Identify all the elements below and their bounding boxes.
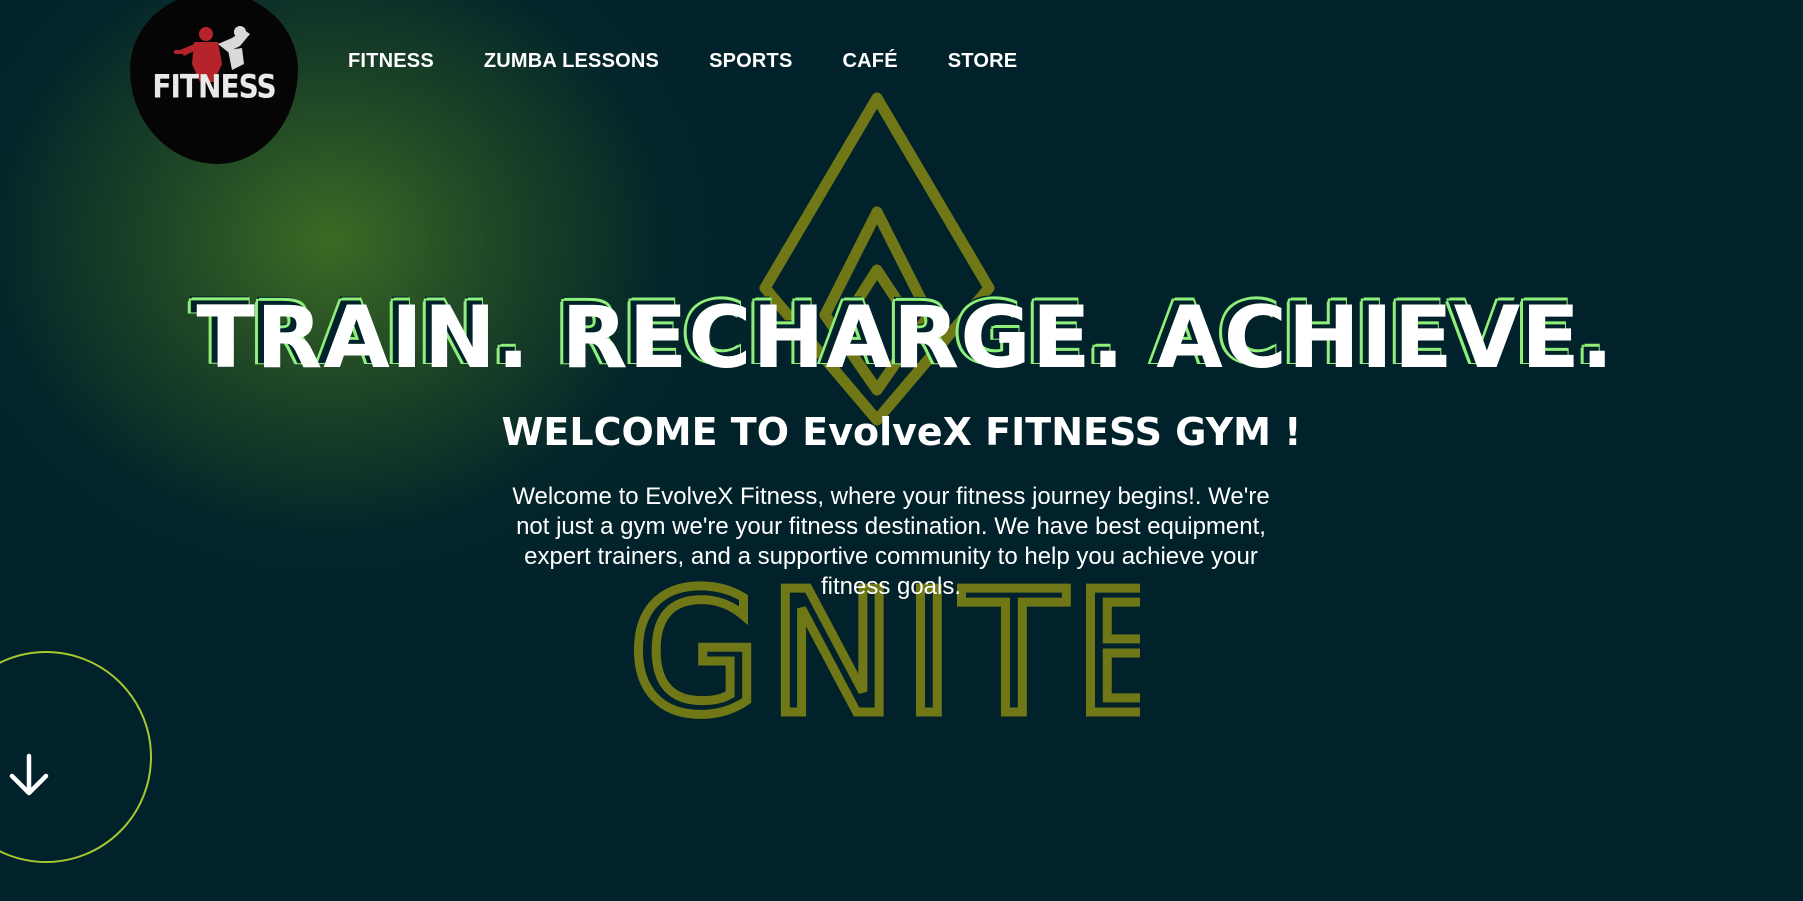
main-nav: FITNESS ZUMBA LESSONS SPORTS CAFÉ STORE bbox=[348, 50, 1067, 73]
welcome-heading: WELCOME TO EvolveX FITNESS GYM ! bbox=[501, 410, 1302, 454]
hero-headline-wrapper: TRAIN. RECHARGE. ACHIEVE. bbox=[0, 288, 1803, 388]
arrow-down-icon[interactable] bbox=[6, 752, 52, 798]
nav-item-fitness[interactable]: FITNESS bbox=[348, 50, 434, 73]
nav-item-store[interactable]: STORE bbox=[948, 50, 1018, 73]
nav-item-cafe[interactable]: CAFÉ bbox=[843, 50, 898, 73]
logo-wordmark: FITNESS bbox=[152, 67, 276, 106]
hero-headline: TRAIN. RECHARGE. ACHIEVE. bbox=[196, 288, 1615, 388]
nav-item-zumba-lessons[interactable]: ZUMBA LESSONS bbox=[484, 50, 659, 73]
intro-paragraph: Welcome to EvolveX Fitness, where your f… bbox=[512, 483, 1270, 600]
nav-item-sports[interactable]: SPORTS bbox=[709, 50, 792, 73]
